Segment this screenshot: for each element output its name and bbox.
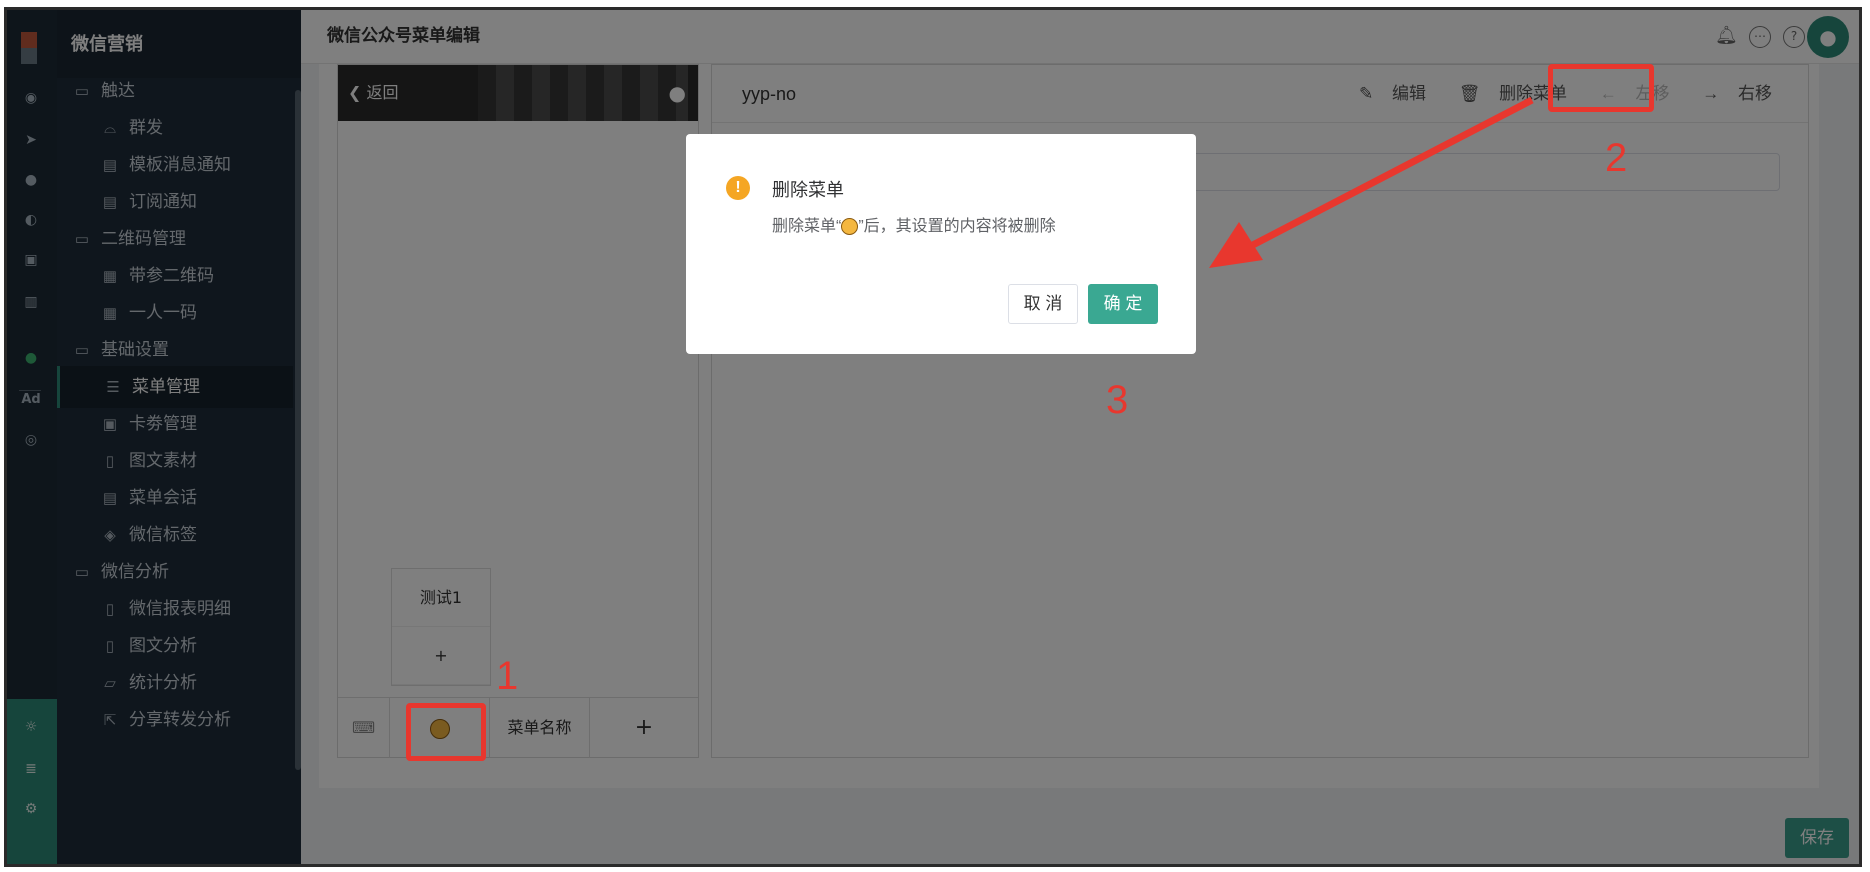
arrow-shaft xyxy=(1245,96,1534,252)
app-window: ◉ ➤ ● ◐ ▣ ▥ ● Ad ◎ ☼ ≣ ⚙ 微信营销 ▭触达 ⌓群发 ▤模… xyxy=(4,7,1862,867)
annotation-arrow xyxy=(1209,96,1534,268)
